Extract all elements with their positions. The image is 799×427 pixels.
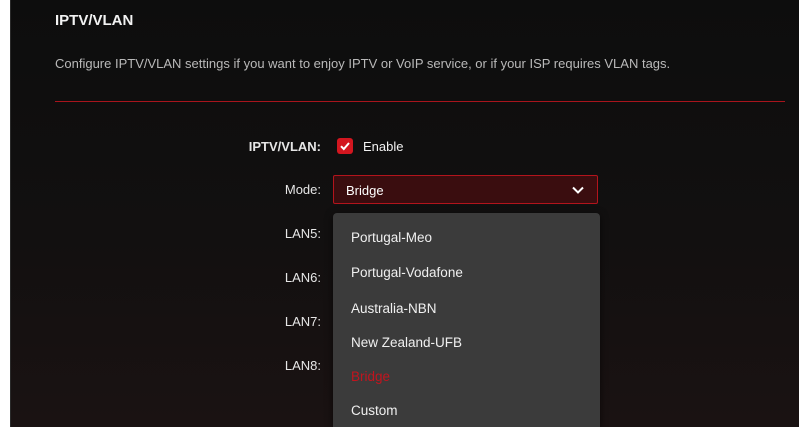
section-divider bbox=[55, 101, 785, 102]
iptv-vlan-label: IPTV/VLAN: bbox=[248, 139, 321, 154]
section-title: IPTV/VLAN bbox=[55, 12, 134, 29]
option-new-zealand-ufb[interactable]: New Zealand-UFB bbox=[351, 335, 462, 350]
chevron-down-icon[interactable] bbox=[571, 184, 585, 196]
option-portugal-meo[interactable]: Portugal-Meo bbox=[351, 230, 432, 245]
option-australia-nbn[interactable]: Australia-NBN bbox=[351, 301, 437, 316]
lan6-label: LAN6: bbox=[284, 270, 321, 285]
option-bridge[interactable]: Bridge bbox=[351, 369, 390, 384]
lan5-label: LAN5: bbox=[284, 226, 321, 241]
mode-select[interactable]: Bridge bbox=[333, 175, 598, 204]
option-custom[interactable]: Custom bbox=[351, 403, 398, 418]
mode-dropdown-list: Portugal-Meo Portugal-Vodafone Australia… bbox=[333, 213, 600, 427]
option-portugal-vodafone[interactable]: Portugal-Vodafone bbox=[351, 265, 463, 280]
section-description: Configure IPTV/VLAN settings if you want… bbox=[55, 56, 671, 71]
mode-select-value: Bridge bbox=[346, 183, 384, 198]
enable-label[interactable]: Enable bbox=[363, 139, 403, 154]
mode-label: Mode: bbox=[284, 182, 321, 197]
lan7-label: LAN7: bbox=[284, 314, 321, 329]
lan8-label: LAN8: bbox=[284, 358, 321, 373]
iptv-vlan-panel: IPTV/VLAN Configure IPTV/VLAN settings i… bbox=[10, 0, 799, 427]
check-icon bbox=[340, 142, 350, 151]
enable-checkbox[interactable] bbox=[337, 138, 353, 154]
